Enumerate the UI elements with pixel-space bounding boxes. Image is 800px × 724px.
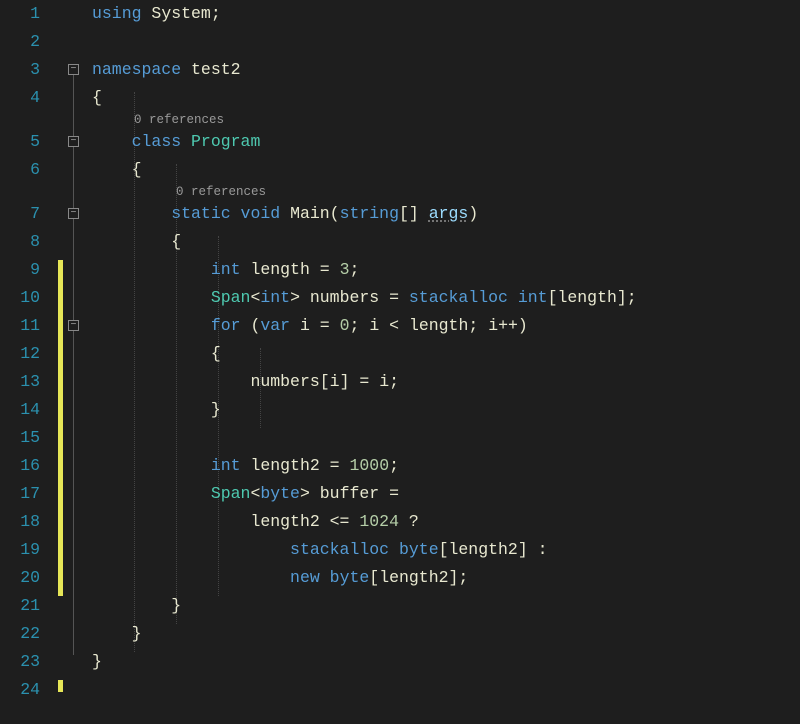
change-mark <box>58 680 63 692</box>
line-number: 17 <box>0 480 40 508</box>
line-number: 21 <box>0 592 40 620</box>
line-number: 19 <box>0 536 40 564</box>
fold-line <box>73 75 74 655</box>
line-number: 24 <box>0 676 40 704</box>
line-number: 6 <box>0 156 40 184</box>
code-line[interactable]: Span<byte> buffer = <box>92 480 800 508</box>
code-line[interactable]: { <box>92 156 800 184</box>
line-number: 11 <box>0 312 40 340</box>
line-number: 9 <box>0 256 40 284</box>
code-line[interactable]: { <box>92 340 800 368</box>
code-line[interactable]: length2 <= 1024 ? <box>92 508 800 536</box>
code-line[interactable]: using System; <box>92 0 800 28</box>
line-number: 14 <box>0 396 40 424</box>
code-line[interactable]: 0 references static void Main(string[] a… <box>92 184 800 228</box>
code-editor[interactable]: 1 2 3 4 5 6 7 8 9 10 11 12 13 14 15 16 1… <box>0 0 800 724</box>
fold-column: − − − − <box>64 0 86 724</box>
code-line[interactable] <box>92 424 800 452</box>
code-line[interactable]: { <box>92 228 800 256</box>
code-line[interactable]: numbers[i] = i; <box>92 368 800 396</box>
line-number: 16 <box>0 452 40 480</box>
code-line[interactable]: new byte[length2]; <box>92 564 800 592</box>
line-number: 13 <box>0 368 40 396</box>
code-line[interactable]: stackalloc byte[length2] : <box>92 536 800 564</box>
change-mark <box>58 260 63 596</box>
code-line[interactable] <box>92 28 800 56</box>
code-line[interactable]: } <box>92 620 800 648</box>
line-number: 22 <box>0 620 40 648</box>
line-number: 1 <box>0 0 40 28</box>
line-number: 23 <box>0 648 40 676</box>
codelens-references[interactable]: 0 references <box>176 184 266 200</box>
code-line[interactable]: } <box>92 396 800 424</box>
line-number: 5 <box>0 112 40 156</box>
line-number: 18 <box>0 508 40 536</box>
code-line[interactable] <box>92 676 800 704</box>
fold-toggle[interactable]: − <box>68 64 79 75</box>
line-number: 2 <box>0 28 40 56</box>
line-number-gutter: 1 2 3 4 5 6 7 8 9 10 11 12 13 14 15 16 1… <box>0 0 58 724</box>
code-area[interactable]: using System; namespace test2 { 0 refere… <box>86 0 800 724</box>
fold-toggle[interactable]: − <box>68 208 79 219</box>
fold-toggle[interactable]: − <box>68 136 79 147</box>
code-line[interactable]: int length2 = 1000; <box>92 452 800 480</box>
codelens-references[interactable]: 0 references <box>134 112 224 128</box>
code-line[interactable]: for (var i = 0; i < length; i++) <box>92 312 800 340</box>
line-number: 7 <box>0 184 40 228</box>
line-number: 12 <box>0 340 40 368</box>
line-number: 15 <box>0 424 40 452</box>
code-line[interactable]: int length = 3; <box>92 256 800 284</box>
line-number: 20 <box>0 564 40 592</box>
line-number: 3 <box>0 56 40 84</box>
line-number: 10 <box>0 284 40 312</box>
code-line[interactable]: } <box>92 648 800 676</box>
code-line[interactable]: 0 references class Program <box>92 112 800 156</box>
line-number: 8 <box>0 228 40 256</box>
fold-toggle[interactable]: − <box>68 320 79 331</box>
line-number: 4 <box>0 84 40 112</box>
code-line[interactable]: { <box>92 84 800 112</box>
code-line[interactable]: } <box>92 592 800 620</box>
code-line[interactable]: namespace test2 <box>92 56 800 84</box>
code-line[interactable]: Span<int> numbers = stackalloc int[lengt… <box>92 284 800 312</box>
